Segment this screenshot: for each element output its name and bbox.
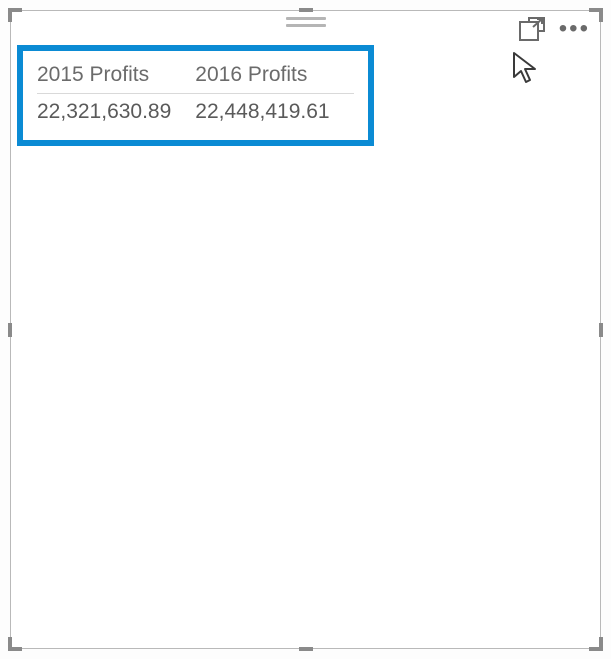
visual-toolbar: •••	[519, 15, 590, 43]
cursor-icon	[511, 51, 541, 90]
drag-grip[interactable]	[286, 17, 326, 27]
resize-handle-bottom[interactable]	[299, 647, 313, 651]
resize-handle-bottom-right[interactable]	[589, 637, 603, 651]
resize-handle-left[interactable]	[8, 323, 12, 337]
profits-table: 2015 Profits 2016 Profits 22,321,630.89 …	[37, 61, 354, 124]
column-header[interactable]: 2016 Profits	[195, 61, 353, 94]
resize-handle-bottom-left[interactable]	[8, 637, 22, 651]
more-options-icon[interactable]: •••	[559, 17, 590, 41]
visual-container[interactable]: ••• 2015 Profits 2016 Profits 22,321,630…	[10, 10, 601, 649]
cell-value: 22,448,419.61	[195, 94, 353, 125]
resize-handle-top[interactable]	[299, 8, 313, 12]
resize-handle-right[interactable]	[599, 323, 603, 337]
table-row[interactable]: 22,321,630.89 22,448,419.61	[37, 94, 354, 125]
resize-handle-top-right[interactable]	[589, 8, 603, 22]
annotation-highlight: 2015 Profits 2016 Profits 22,321,630.89 …	[17, 45, 374, 146]
cell-value: 22,321,630.89	[37, 94, 195, 125]
column-header[interactable]: 2015 Profits	[37, 61, 195, 94]
focus-mode-icon[interactable]	[519, 17, 545, 41]
resize-handle-top-left[interactable]	[8, 8, 22, 22]
